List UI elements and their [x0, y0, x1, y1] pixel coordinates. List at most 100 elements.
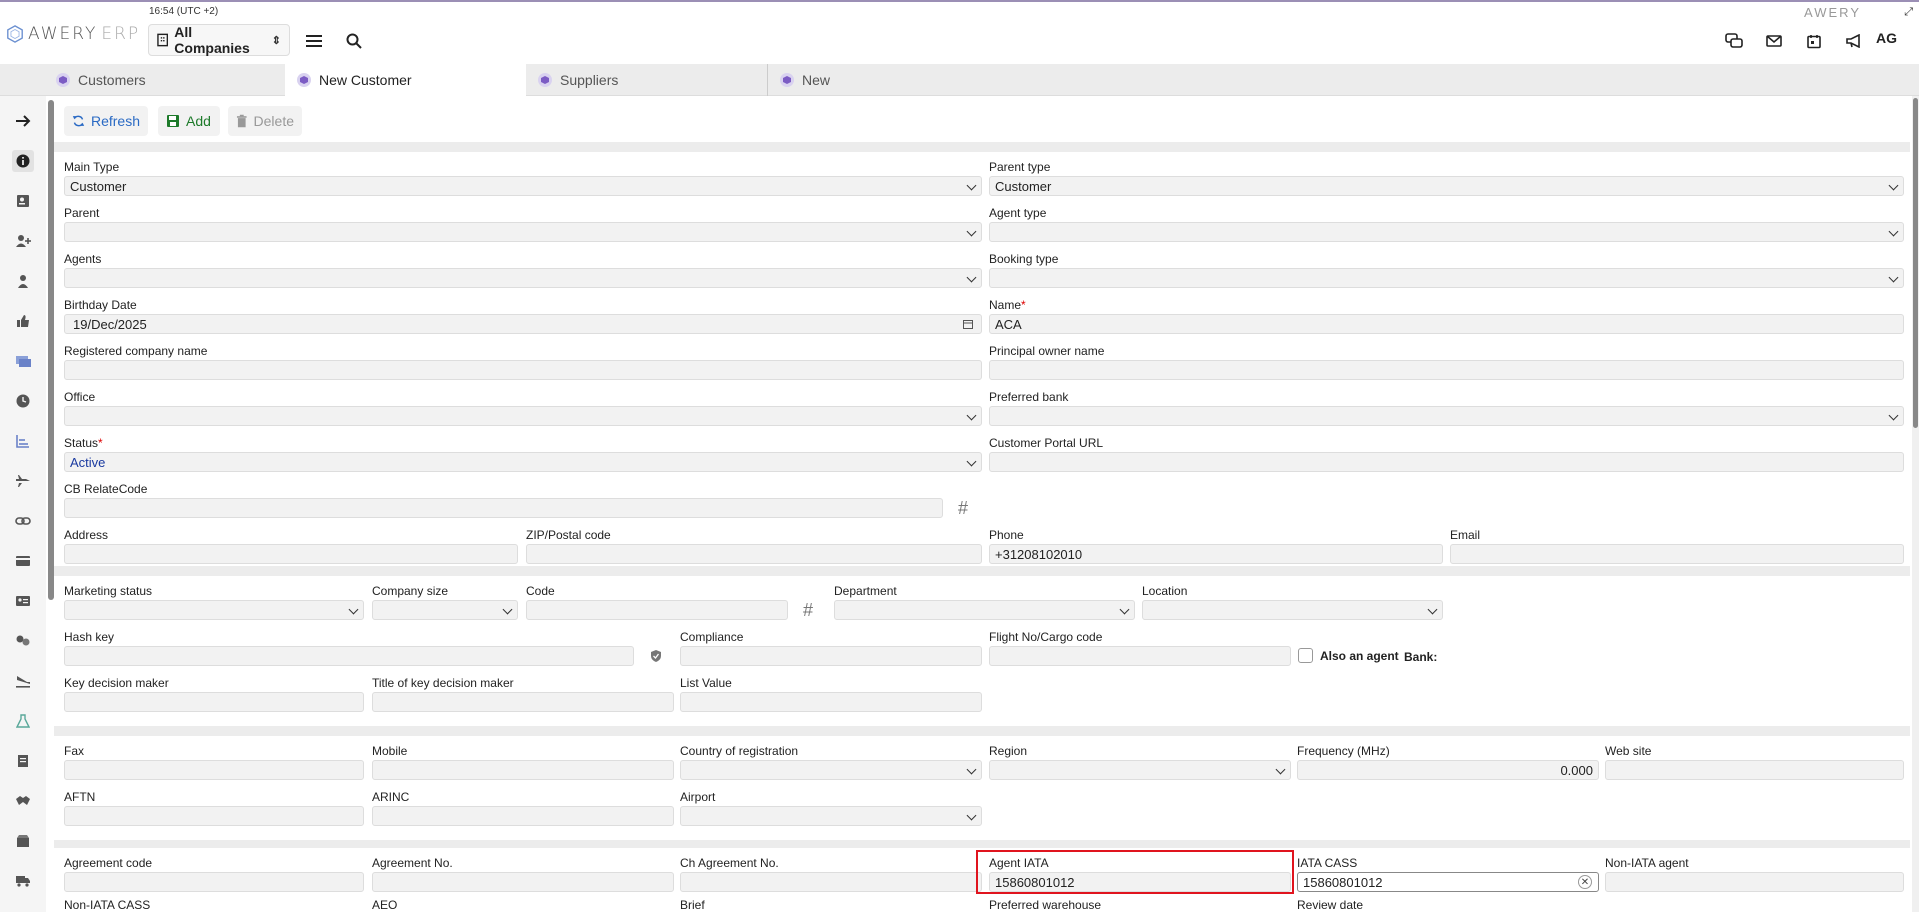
compliance-input[interactable]	[680, 646, 982, 666]
tab-new-customer[interactable]: New Customer	[285, 64, 526, 96]
hash-key-input[interactable]	[64, 646, 634, 666]
agreement-code-input[interactable]	[64, 872, 364, 892]
mobile-input[interactable]	[372, 760, 674, 780]
agreement-no-input[interactable]	[372, 872, 674, 892]
main-type-select[interactable]: Customer	[64, 176, 982, 196]
code-input[interactable]	[526, 600, 788, 620]
address-label: Address	[64, 528, 109, 542]
chart-icon[interactable]	[12, 430, 34, 452]
key-decision-maker-input[interactable]	[64, 692, 364, 712]
ch-agreement-no-input[interactable]	[680, 872, 982, 892]
app-logo[interactable]: AWERY ERP	[6, 24, 140, 44]
user-avatar[interactable]: AG	[1876, 30, 1897, 46]
preferred-bank-select[interactable]	[989, 406, 1904, 426]
company-size-select[interactable]	[372, 600, 518, 620]
clock-icon[interactable]	[12, 390, 34, 412]
delete-button[interactable]: Delete	[228, 106, 302, 136]
refresh-icon	[72, 115, 85, 127]
address-input[interactable]	[64, 544, 518, 564]
email-input[interactable]	[1450, 544, 1904, 564]
scrollbar-thumb[interactable]	[1913, 98, 1918, 428]
info-icon[interactable]	[12, 150, 34, 172]
flight-no-input[interactable]	[989, 646, 1291, 666]
megaphone-icon[interactable]	[1843, 30, 1865, 52]
hash-generate-icon[interactable]: #	[951, 498, 975, 518]
booking-type-select[interactable]	[989, 268, 1904, 288]
customer-portal-input[interactable]	[989, 452, 1904, 472]
also-agent-checkbox[interactable]	[1298, 648, 1313, 663]
fullscreen-icon[interactable]: ⤢	[1904, 6, 1913, 19]
company-selector[interactable]: All Companies ⇕	[148, 24, 290, 56]
plane-landing-icon[interactable]	[12, 670, 34, 692]
refresh-button[interactable]: Refresh	[64, 106, 148, 136]
airport-select[interactable]	[680, 806, 982, 826]
parent-select[interactable]	[64, 222, 982, 242]
mail-icon[interactable]	[1763, 30, 1785, 52]
department-select[interactable]	[834, 600, 1135, 620]
menu-icon[interactable]	[303, 30, 325, 52]
calendar-icon[interactable]	[963, 319, 973, 329]
agent-type-select[interactable]	[989, 222, 1904, 242]
preferred-bank-label: Preferred bank	[989, 390, 1069, 404]
id-card-icon[interactable]	[12, 590, 34, 612]
truck-icon[interactable]	[12, 870, 34, 892]
search-icon[interactable]	[343, 30, 365, 52]
link-icon[interactable]	[12, 510, 34, 532]
add-button[interactable]: Add	[158, 106, 220, 136]
building-icon	[157, 33, 169, 47]
logo-text: AWERY	[28, 24, 98, 44]
web-site-input[interactable]	[1605, 760, 1904, 780]
location-select[interactable]	[1142, 600, 1443, 620]
registered-company-input[interactable]	[64, 360, 982, 380]
country-registration-select[interactable]	[680, 760, 982, 780]
book-icon[interactable]	[12, 750, 34, 772]
marketing-status-select[interactable]	[64, 600, 364, 620]
flask-icon[interactable]	[12, 710, 34, 732]
birthday-date-input[interactable]: 19/Dec/2025	[64, 314, 982, 334]
add-user-icon[interactable]	[12, 230, 34, 252]
marketing-section: Marketing status Company size Code # Dep…	[54, 576, 1910, 726]
phone-input[interactable]: +31208102010	[989, 544, 1443, 564]
calendar-icon[interactable]	[1803, 30, 1825, 52]
collapse-arrow-icon[interactable]	[12, 110, 34, 132]
agreement-no-label: Agreement No.	[372, 856, 453, 870]
main-content: Refresh Add Delete Main Type Customer Pa…	[54, 96, 1910, 912]
people-chat-icon[interactable]	[12, 630, 34, 652]
box-icon[interactable]	[12, 830, 34, 852]
review-date-label: Review date	[1297, 898, 1364, 912]
region-select[interactable]	[989, 760, 1291, 780]
tab-hex-icon	[538, 73, 552, 87]
cards-icon[interactable]	[12, 350, 34, 372]
fax-input[interactable]	[64, 760, 364, 780]
title-key-decision-input[interactable]	[372, 692, 674, 712]
parent-type-select[interactable]: Customer	[989, 176, 1904, 196]
zip-input[interactable]	[526, 544, 982, 564]
handshake-icon[interactable]	[12, 790, 34, 812]
cb-relatecode-input[interactable]	[64, 498, 943, 518]
frequency-input[interactable]: 0.000	[1297, 760, 1599, 780]
arinc-input[interactable]	[372, 806, 674, 826]
office-select[interactable]	[64, 406, 982, 426]
main-scrollbar[interactable]	[1912, 96, 1919, 912]
principal-owner-input[interactable]	[989, 360, 1904, 380]
clear-icon[interactable]: ✕	[1578, 875, 1592, 889]
tab-customers[interactable]: Customers	[44, 64, 285, 96]
iata-cass-input[interactable]: 15860801012 ✕	[1297, 872, 1599, 892]
agent-icon[interactable]	[12, 270, 34, 292]
tab-new[interactable]: New	[767, 64, 1008, 96]
plane-icon[interactable]	[12, 470, 34, 492]
name-input[interactable]: ACA	[989, 314, 1904, 334]
status-select[interactable]: Active	[64, 452, 982, 472]
code-hash-icon[interactable]: #	[796, 600, 820, 620]
shield-icon[interactable]	[644, 646, 668, 666]
list-value-input[interactable]	[680, 692, 982, 712]
credit-card-icon[interactable]	[12, 550, 34, 572]
title-key-decision-label: Title of key decision maker	[372, 676, 514, 690]
chat-icon[interactable]	[1723, 30, 1745, 52]
agents-select[interactable]	[64, 268, 982, 288]
aftn-input[interactable]	[64, 806, 364, 826]
non-iata-agent-input[interactable]	[1605, 872, 1904, 892]
contact-card-icon[interactable]	[12, 190, 34, 212]
thumbs-up-icon[interactable]	[12, 310, 34, 332]
tab-suppliers[interactable]: Suppliers	[526, 64, 767, 96]
